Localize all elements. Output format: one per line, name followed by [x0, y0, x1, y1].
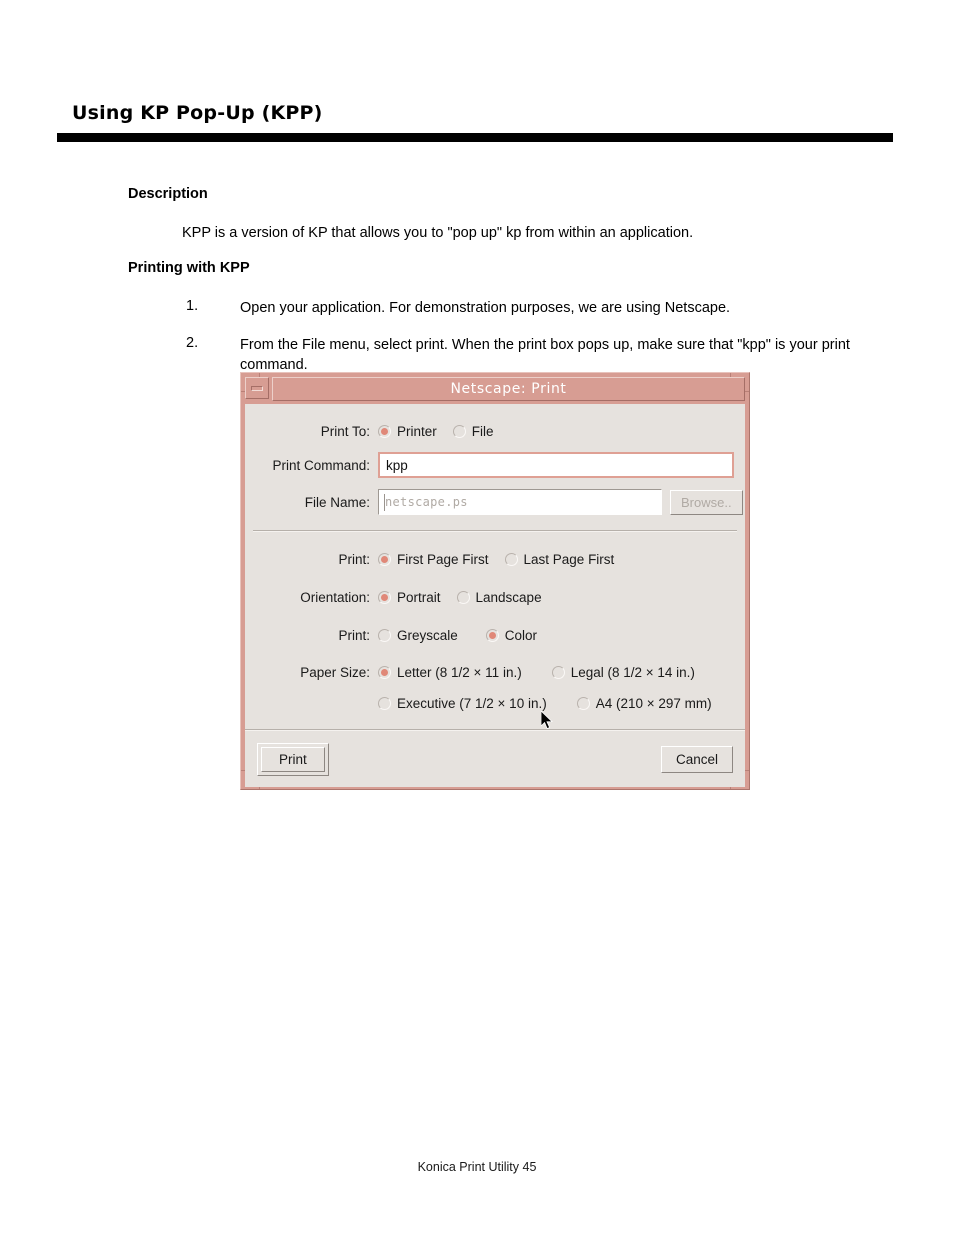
radio-indicator-icon	[378, 552, 391, 566]
page-footer: Konica Print Utility 45	[417, 1160, 537, 1174]
step-2-text: From the File menu, select print. When t…	[240, 337, 850, 373]
file-name-row: File Name: netscape.ps Browse..	[245, 484, 745, 520]
color-mode-row: Print: Greyscale Color	[245, 616, 745, 654]
file-name-label: File Name:	[304, 494, 370, 510]
dialog-button-row: Print Cancel	[245, 731, 745, 787]
description-heading: Description	[128, 186, 208, 202]
radio-label: Legal (8 1/2 × 14 in.)	[570, 664, 695, 680]
dialog-titlebar: Netscape: Print	[245, 377, 745, 401]
radio-indicator-icon	[485, 628, 499, 642]
radio-label: Color	[504, 627, 538, 643]
printing-heading: Printing with KPP	[128, 260, 250, 276]
step-1-number: 1.	[186, 298, 199, 314]
minimize-icon	[251, 385, 263, 391]
radio-paper-a4[interactable]: A4 (210 × 297 mm)	[576, 695, 712, 711]
cancel-button[interactable]: Cancel	[660, 745, 733, 773]
step-1-text: Open your application. For demonstration…	[240, 300, 731, 316]
radio-last-page-first[interactable]: Last Page First	[504, 551, 615, 567]
print-to-row: Print To: Printer File	[245, 416, 745, 446]
paper-size-label: Paper Size:	[300, 664, 370, 680]
radio-portrait[interactable]: Portrait	[378, 590, 441, 605]
print-command-label: Print Command:	[272, 457, 370, 473]
description-paragraph: KPP is a version of KP that allows you t…	[182, 225, 694, 241]
radio-indicator-icon	[452, 424, 466, 438]
page-order-label: Print:	[338, 551, 370, 567]
radio-indicator-icon	[378, 696, 391, 710]
text-caret	[384, 494, 385, 511]
radio-indicator-icon	[551, 665, 565, 679]
color-mode-label: Print:	[338, 627, 370, 643]
step-2-number: 2.	[186, 335, 199, 351]
dialog-title: Netscape: Print	[450, 381, 567, 397]
file-name-input[interactable]: netscape.ps	[378, 489, 662, 515]
radio-label: Printer	[397, 423, 437, 439]
radio-paper-letter[interactable]: Letter (8 1/2 × 11 in.)	[378, 665, 522, 680]
radio-greyscale[interactable]: Greyscale	[378, 628, 458, 643]
radio-indicator-icon	[456, 590, 470, 604]
print-to-label: Print To:	[320, 423, 370, 439]
print-command-input[interactable]: kpp	[378, 452, 734, 478]
radio-indicator-icon	[378, 590, 391, 604]
radio-label: Portrait	[397, 589, 441, 605]
file-name-value: netscape.ps	[385, 495, 468, 509]
radio-label: File	[471, 423, 494, 439]
radio-indicator-icon	[378, 424, 391, 438]
minimize-button[interactable]	[245, 377, 269, 399]
page-title: Using KP Pop-Up (KPP)	[72, 102, 323, 124]
radio-label: Letter (8 1/2 × 11 in.)	[397, 664, 522, 680]
dialog-client-area: Print To: Printer File Print Command: kp…	[245, 404, 745, 787]
orientation-row: Orientation: Portrait Landscape	[245, 578, 745, 616]
radio-label: Executive (7 1/2 × 10 in.)	[397, 695, 547, 711]
radio-indicator-icon	[504, 552, 518, 566]
titlebar-caption-area[interactable]: Netscape: Print	[272, 377, 745, 401]
radio-indicator-icon	[576, 696, 590, 710]
radio-label: A4 (210 × 297 mm)	[595, 695, 712, 711]
print-command-row: Print Command: kpp	[245, 446, 745, 484]
radio-label: First Page First	[397, 551, 489, 567]
radio-paper-executive[interactable]: Executive (7 1/2 × 10 in.)	[378, 696, 547, 711]
radio-print-to-printer[interactable]: Printer	[378, 424, 437, 439]
paper-size-row-2: Executive (7 1/2 × 10 in.) A4 (210 × 297…	[245, 690, 745, 716]
radio-landscape[interactable]: Landscape	[456, 589, 542, 605]
page-order-row: Print: First Page First Last Page First	[245, 540, 745, 578]
radio-paper-legal[interactable]: Legal (8 1/2 × 14 in.)	[551, 664, 695, 680]
radio-label: Landscape	[475, 589, 542, 605]
print-button[interactable]: Print	[261, 746, 325, 772]
radio-label: Greyscale	[397, 627, 458, 643]
browse-button[interactable]: Browse..	[670, 489, 743, 515]
radio-print-to-file[interactable]: File	[452, 423, 494, 439]
print-button-default-ring: Print	[257, 742, 329, 776]
radio-label: Last Page First	[523, 551, 615, 567]
radio-indicator-icon	[378, 665, 391, 679]
title-rule	[57, 133, 893, 142]
orientation-label: Orientation:	[300, 589, 370, 605]
radio-color[interactable]: Color	[485, 627, 538, 643]
radio-first-page-first[interactable]: First Page First	[378, 552, 489, 567]
radio-indicator-icon	[378, 628, 391, 642]
dialog-form: Print To: Printer File Print Command: kp…	[245, 404, 745, 716]
form-separator	[253, 530, 737, 532]
paper-size-row-1: Paper Size: Letter (8 1/2 × 11 in.) Lega…	[245, 654, 745, 690]
netscape-print-dialog: Netscape: Print Print To: Printer File P…	[240, 372, 750, 790]
